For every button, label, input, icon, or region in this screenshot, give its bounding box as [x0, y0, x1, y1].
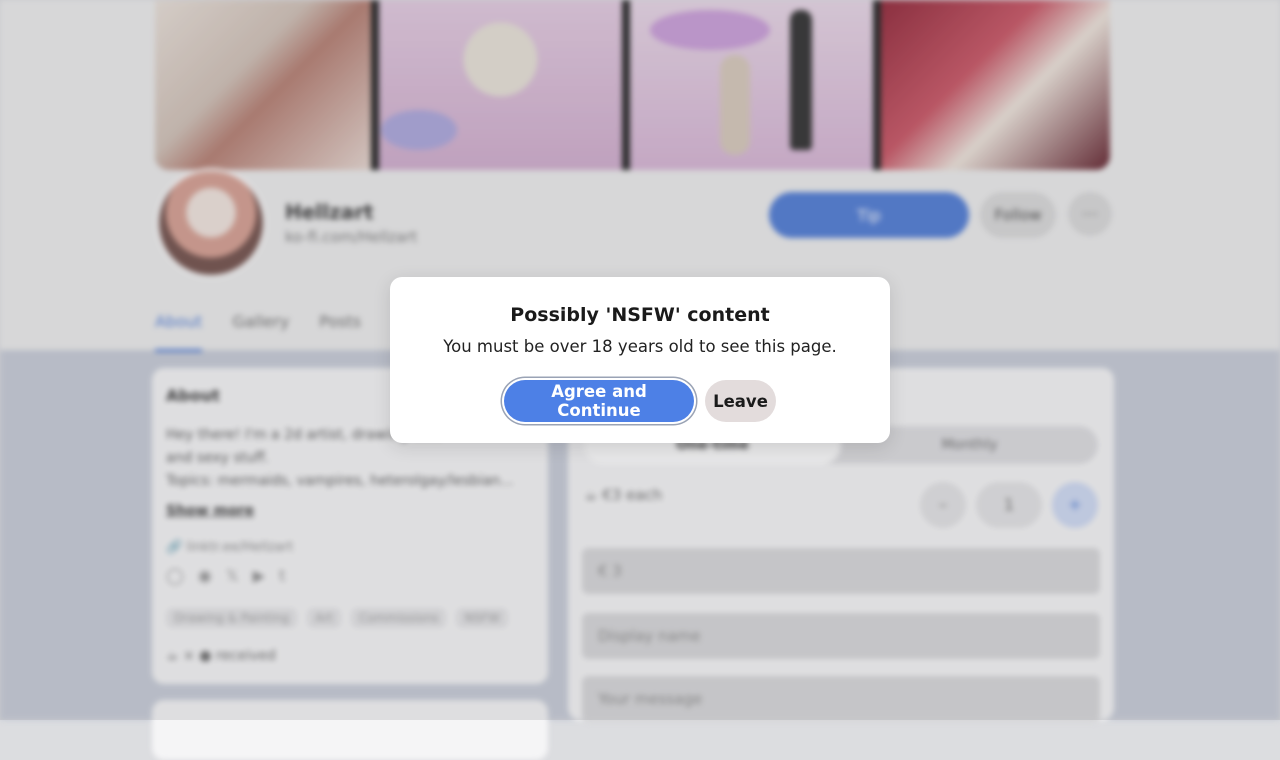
agree-continue-button[interactable]: Agree and Continue — [504, 380, 694, 422]
leave-button[interactable]: Leave — [705, 380, 776, 422]
age-gate-dialog: Possibly 'NSFW' content You must be over… — [390, 277, 890, 443]
dialog-subtitle: You must be over 18 years old to see thi… — [443, 337, 837, 356]
dialog-title: Possibly 'NSFW' content — [510, 304, 770, 326]
